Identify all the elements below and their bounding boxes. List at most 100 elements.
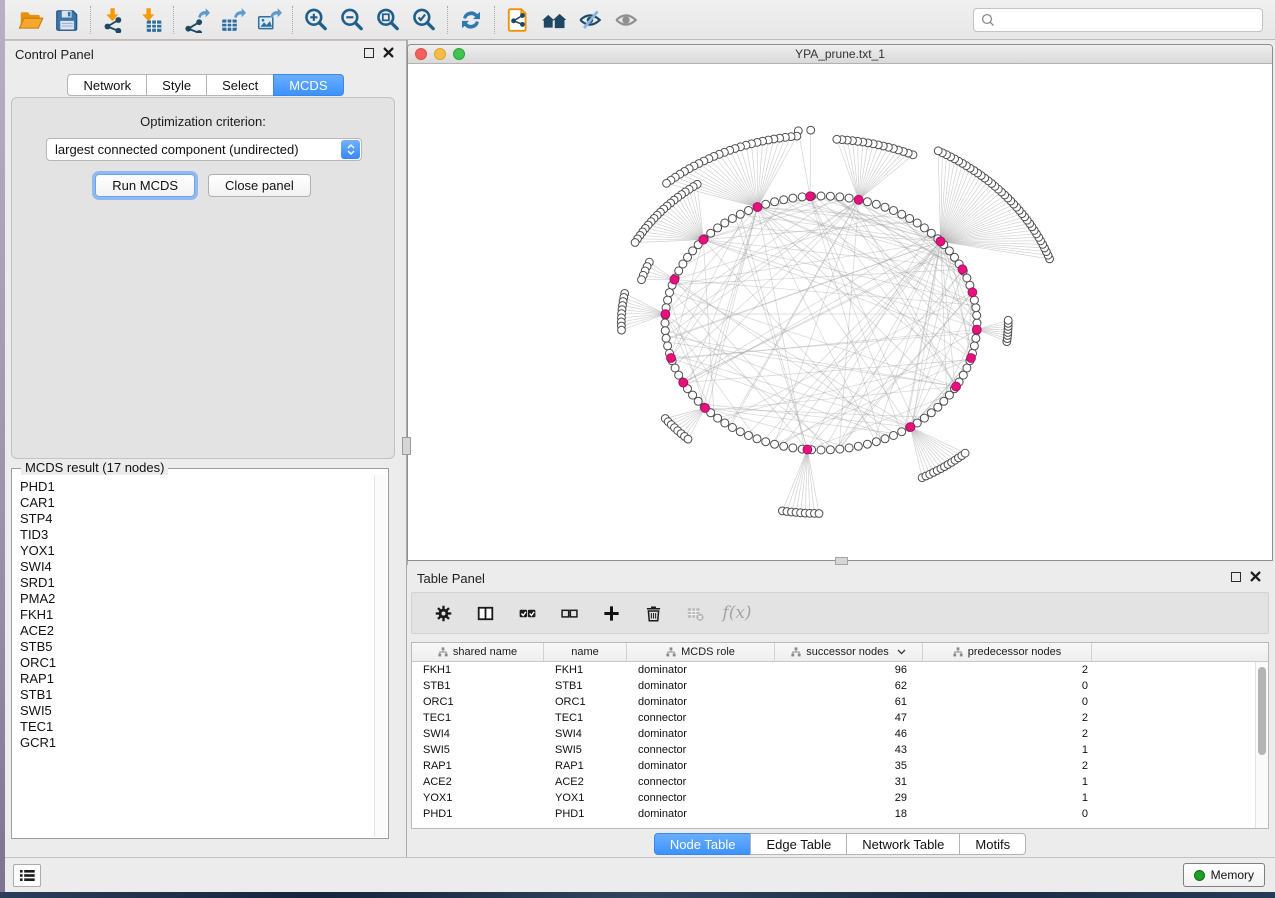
table-cell[interactable]: FKH1 — [544, 662, 627, 678]
table-cell[interactable]: 43 — [775, 742, 923, 758]
network-node[interactable] — [845, 444, 853, 452]
mcds-result-item[interactable]: TEC1 — [20, 719, 374, 735]
network-hub-node[interactable] — [661, 310, 670, 319]
network-node[interactable] — [920, 414, 928, 422]
network-node[interactable] — [972, 304, 980, 312]
network-node[interactable] — [780, 196, 788, 204]
function-builder-button[interactable]: f(x) — [726, 602, 748, 624]
export-image-button[interactable] — [251, 4, 287, 36]
table-cell[interactable]: SWI5 — [544, 742, 627, 758]
network-node[interactable] — [728, 424, 736, 432]
network-node[interactable] — [663, 179, 671, 187]
table-cell[interactable]: connector — [627, 774, 775, 790]
table-cell[interactable]: 0 — [923, 678, 1092, 694]
network-node[interactable] — [836, 193, 844, 201]
network-node[interactable] — [972, 334, 980, 342]
search-input[interactable] — [1000, 10, 1262, 30]
table-cell[interactable]: RAP1 — [544, 758, 627, 774]
network-node[interactable] — [745, 207, 753, 215]
network-window-titlebar[interactable]: YPA_prune.txt_1 — [408, 45, 1272, 64]
network-hub-node[interactable] — [936, 237, 945, 246]
table-cell[interactable]: TEC1 — [544, 710, 627, 726]
mcds-result-item[interactable]: PMA2 — [20, 591, 374, 607]
network-node[interactable] — [684, 435, 692, 443]
network-node[interactable] — [881, 203, 889, 211]
table-cell[interactable]: 18 — [775, 806, 923, 822]
vertical-splitter-handle[interactable] — [402, 437, 411, 455]
network-node[interactable] — [817, 446, 825, 454]
tab-node-table[interactable]: Node Table — [654, 833, 752, 855]
table-row[interactable]: STB1STB1dominator620 — [412, 678, 1268, 694]
network-node[interactable] — [898, 428, 906, 436]
open-session-button[interactable] — [13, 4, 49, 36]
network-node[interactable] — [736, 428, 744, 436]
close-panel-icon[interactable] — [383, 47, 394, 58]
run-mcds-button[interactable]: Run MCDS — [95, 174, 195, 197]
network-node[interactable] — [845, 194, 853, 202]
table-cell[interactable]: dominator — [627, 758, 775, 774]
network-node[interactable] — [789, 194, 797, 202]
network-node[interactable] — [881, 435, 889, 443]
mcds-result-item[interactable]: STB1 — [20, 687, 374, 703]
mcds-result-item[interactable]: ACE2 — [20, 623, 374, 639]
mcds-result-item[interactable]: STB5 — [20, 639, 374, 655]
table-cell[interactable]: YOX1 — [544, 790, 627, 806]
network-node[interactable] — [661, 327, 669, 335]
zoom-fit-button[interactable] — [370, 4, 406, 36]
network-node[interactable] — [927, 229, 935, 237]
network-node[interactable] — [664, 296, 672, 304]
table-cell[interactable]: dominator — [627, 726, 775, 742]
table-row[interactable]: SWI4SWI4dominator462 — [412, 726, 1268, 742]
network-node[interactable] — [913, 219, 921, 227]
network-node[interactable] — [707, 229, 715, 237]
table-cell[interactable]: SWI4 — [544, 726, 627, 742]
column-header-predecessor-nodes[interactable]: predecessor nodes — [923, 643, 1092, 661]
network-node[interactable] — [970, 296, 978, 304]
table-cell[interactable]: 2 — [923, 758, 1092, 774]
network-node[interactable] — [662, 334, 670, 342]
network-node[interactable] — [927, 409, 935, 417]
search-box[interactable] — [973, 8, 1263, 32]
network-hub-node[interactable] — [972, 325, 981, 334]
table-cell[interactable]: 1 — [923, 742, 1092, 758]
network-node[interactable] — [638, 276, 646, 284]
table-cell[interactable]: 47 — [775, 710, 923, 726]
window-minimize-icon[interactable] — [434, 48, 446, 60]
network-node[interactable] — [934, 147, 942, 155]
network-node[interactable] — [618, 326, 626, 334]
import-table-button[interactable] — [132, 4, 168, 36]
tab-mcds[interactable]: MCDS — [273, 74, 343, 96]
network-node[interactable] — [728, 215, 736, 223]
table-cell[interactable]: SWI5 — [412, 742, 544, 758]
network-hub-node[interactable] — [753, 203, 762, 212]
table-cell[interactable]: dominator — [627, 662, 775, 678]
tab-motifs[interactable]: Motifs — [959, 833, 1026, 855]
network-node[interactable] — [863, 198, 871, 206]
network-node[interactable] — [661, 319, 669, 327]
network-node[interactable] — [736, 210, 744, 218]
column-header-name[interactable]: name — [544, 643, 627, 661]
add-column-button[interactable] — [600, 602, 622, 624]
table-cell[interactable]: 29 — [775, 790, 923, 806]
network-node[interactable] — [631, 239, 639, 247]
table-cell[interactable]: SWI4 — [412, 726, 544, 742]
mcds-result-item[interactable]: CAR1 — [20, 495, 374, 511]
network-node[interactable] — [789, 444, 797, 452]
table-cell[interactable]: 1 — [923, 774, 1092, 790]
close-panel-button[interactable]: Close panel — [208, 174, 311, 197]
network-node[interactable] — [807, 126, 815, 134]
network-hub-node[interactable] — [670, 275, 679, 284]
mcds-result-item[interactable]: GCR1 — [20, 735, 374, 751]
tab-network-table[interactable]: Network Table — [846, 833, 960, 855]
table-cell[interactable]: connector — [627, 710, 775, 726]
network-node[interactable] — [664, 342, 672, 350]
refresh-button[interactable] — [453, 4, 489, 36]
network-node[interactable] — [815, 510, 823, 518]
zoom-out-button[interactable] — [334, 4, 370, 36]
mcds-result-item[interactable]: SRD1 — [20, 575, 374, 591]
network-hub-node[interactable] — [701, 404, 710, 413]
select-all-button[interactable] — [516, 602, 538, 624]
gear-button[interactable] — [432, 602, 454, 624]
mcds-result-item[interactable]: SWI4 — [20, 559, 374, 575]
mcds-result-item[interactable]: YOX1 — [20, 543, 374, 559]
